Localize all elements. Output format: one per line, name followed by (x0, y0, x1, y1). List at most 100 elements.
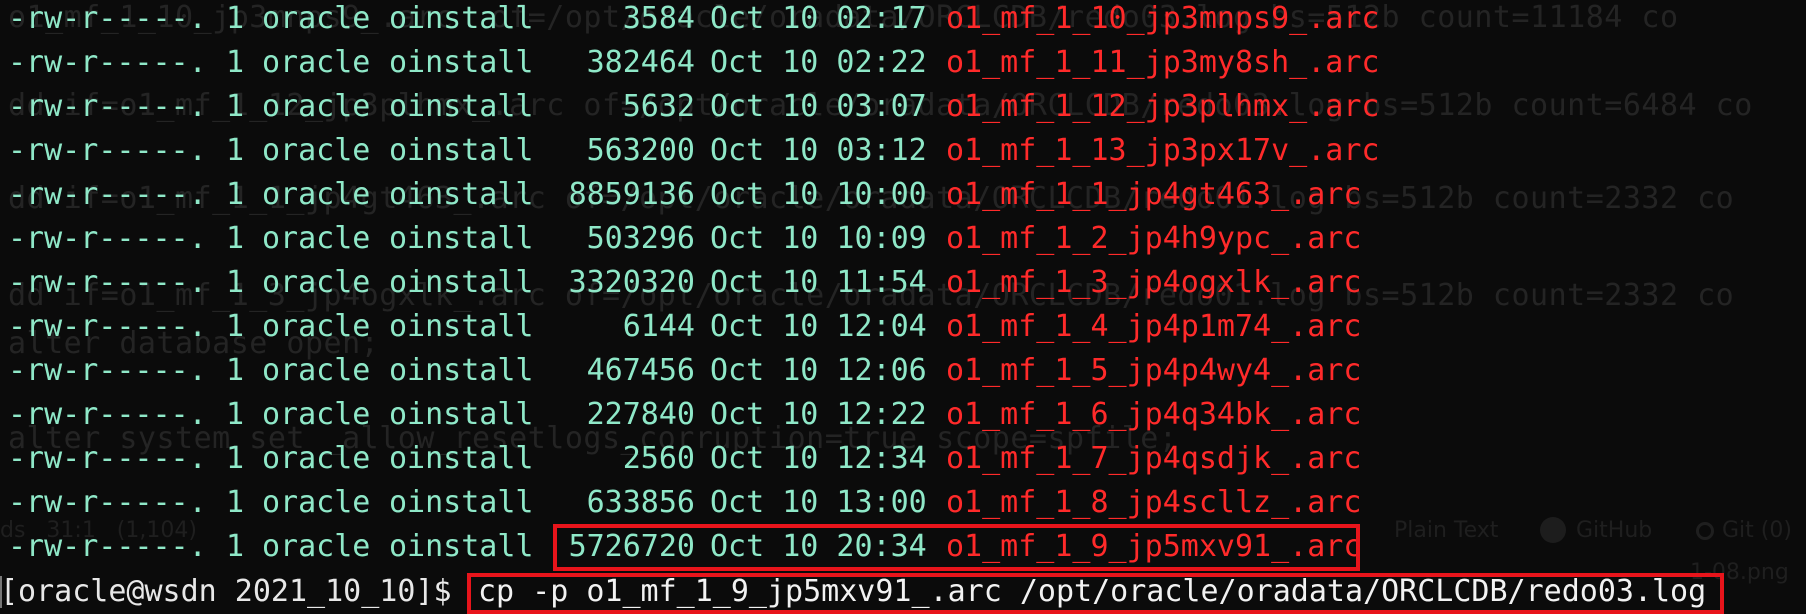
file-permissions: -rw-r-----. (8, 89, 207, 124)
file-size: 3320320 (568, 265, 695, 300)
file-permissions: -rw-r-----. (8, 309, 207, 344)
file-group: oinstall (389, 45, 534, 80)
file-group: oinstall (389, 265, 534, 300)
file-size: 5632 (622, 89, 695, 124)
file-group: oinstall (389, 221, 534, 256)
file-group: oinstall (389, 485, 534, 520)
file-owner: oracle (262, 265, 371, 300)
file-owner: oracle (262, 397, 371, 432)
listing-row: -rw-r-----. 1 oracle oinstall 227840 Oct… (0, 393, 1806, 437)
file-owner: oracle (262, 441, 371, 476)
link-count: 1 (226, 1, 245, 36)
file-permissions: -rw-r-----. (8, 133, 207, 168)
file-group: oinstall (389, 89, 534, 124)
archive-filename: o1_mf_1_4_jp4p1m74_.arc (946, 309, 1362, 344)
listing-row: -rw-r-----. 1 oracle oinstall 2560 Oct 1… (0, 437, 1806, 481)
listing-row: -rw-r-----. 1 oracle oinstall 8859136 Oc… (0, 173, 1806, 217)
file-size: 227840 (586, 397, 695, 432)
file-size: 2560 (622, 441, 695, 476)
file-owner: oracle (262, 221, 371, 256)
archive-filename: o1_mf_1_7_jp4qsdjk_.arc (946, 441, 1362, 476)
file-date: Oct 10 02:17 (710, 1, 927, 36)
link-count: 1 (226, 221, 245, 256)
listing-row: -rw-r-----. 1 oracle oinstall 467456 Oct… (0, 349, 1806, 393)
listing-row: -rw-r-----. 1 oracle oinstall 6144 Oct 1… (0, 305, 1806, 349)
command-line[interactable]: [oracle@wsdn 2021_10_10]$ cp -p o1_mf_1_… (0, 570, 1806, 614)
archive-filename: o1_mf_1_2_jp4h9ypc_.arc (946, 221, 1362, 256)
link-count: 1 (226, 309, 245, 344)
file-permissions: -rw-r-----. (8, 265, 207, 300)
file-size: 563200 (586, 133, 695, 168)
file-owner: oracle (262, 309, 371, 344)
file-group: oinstall (389, 1, 534, 36)
file-size: 8859136 (568, 177, 695, 212)
file-date: Oct 10 12:04 (710, 309, 927, 344)
archive-filename: o1_mf_1_9_jp5mxv91_.arc (946, 529, 1362, 564)
terminal-window[interactable]: o1_mf_1_10_jp3mnps9_.arc of=/opt/oracle/… (0, 0, 1806, 614)
link-count: 1 (226, 265, 245, 300)
listing-row: -rw-r-----. 1 oracle oinstall 3320320 Oc… (0, 261, 1806, 305)
file-size: 467456 (586, 353, 695, 388)
link-count: 1 (226, 529, 245, 564)
file-owner: oracle (262, 1, 371, 36)
link-count: 1 (226, 441, 245, 476)
file-owner: oracle (262, 89, 371, 124)
link-count: 1 (226, 353, 245, 388)
archive-filename: o1_mf_1_8_jp4scllz_.arc (946, 485, 1362, 520)
listing-row-highlighted: -rw-r-----. 1 oracle oinstall 5726720 Oc… (0, 525, 1806, 569)
file-size: 3584 (622, 1, 695, 36)
file-date: Oct 10 11:54 (710, 265, 927, 300)
listing-row: -rw-r-----. 1 oracle oinstall 503296 Oct… (0, 217, 1806, 261)
file-date: Oct 10 03:07 (710, 89, 927, 124)
file-group: oinstall (389, 353, 534, 388)
archive-filename: o1_mf_1_3_jp4ogxlk_.arc (946, 265, 1362, 300)
file-owner: oracle (262, 529, 371, 564)
file-owner: oracle (262, 133, 371, 168)
file-date: Oct 10 12:34 (710, 441, 927, 476)
file-permissions: -rw-r-----. (8, 529, 207, 564)
link-count: 1 (226, 485, 245, 520)
listing-row: -rw-r-----. 1 oracle oinstall 3584 Oct 1… (0, 0, 1806, 41)
file-date: Oct 10 20:34 (710, 529, 927, 564)
link-count: 1 (226, 397, 245, 432)
file-size: 6144 (622, 309, 695, 344)
file-permissions: -rw-r-----. (8, 485, 207, 520)
file-date: Oct 10 13:00 (710, 485, 927, 520)
file-date: Oct 10 03:12 (710, 133, 927, 168)
file-owner: oracle (262, 353, 371, 388)
file-owner: oracle (262, 485, 371, 520)
file-group: oinstall (389, 309, 534, 344)
file-group: oinstall (389, 133, 534, 168)
listing-row: -rw-r-----. 1 oracle oinstall 382464 Oct… (0, 41, 1806, 85)
file-permissions: -rw-r-----. (8, 177, 207, 212)
file-date: Oct 10 10:00 (710, 177, 927, 212)
archive-filename: o1_mf_1_13_jp3px17v_.arc (946, 133, 1380, 168)
listing-row: -rw-r-----. 1 oracle oinstall 633856 Oct… (0, 481, 1806, 525)
file-date: Oct 10 12:06 (710, 353, 927, 388)
file-group: oinstall (389, 397, 534, 432)
link-count: 1 (226, 177, 245, 212)
file-permissions: -rw-r-----. (8, 221, 207, 256)
link-count: 1 (226, 133, 245, 168)
listing-row: -rw-r-----. 1 oracle oinstall 563200 Oct… (0, 129, 1806, 173)
archive-filename: o1_mf_1_1_jp4gt463_.arc (946, 177, 1362, 212)
archive-filename: o1_mf_1_6_jp4q34bk_.arc (946, 397, 1362, 432)
file-size: 382464 (586, 45, 695, 80)
file-owner: oracle (262, 177, 371, 212)
file-permissions: -rw-r-----. (8, 397, 207, 432)
file-group: oinstall (389, 441, 534, 476)
archive-filename: o1_mf_1_12_jp3plhmx_.arc (946, 89, 1380, 124)
file-permissions: -rw-r-----. (8, 353, 207, 388)
file-group: oinstall (389, 529, 534, 564)
command-input[interactable]: cp -p o1_mf_1_9_jp5mxv91_.arc /opt/oracl… (478, 570, 1706, 614)
file-size: 503296 (586, 221, 695, 256)
file-size: 633856 (586, 485, 695, 520)
shell-prompt: [oracle@wsdn 2021_10_10]$ (0, 574, 452, 609)
link-count: 1 (226, 89, 245, 124)
file-permissions: -rw-r-----. (8, 45, 207, 80)
listing-row: -rw-r-----. 1 oracle oinstall 5632 Oct 1… (0, 85, 1806, 129)
file-permissions: -rw-r-----. (8, 441, 207, 476)
file-owner: oracle (262, 45, 371, 80)
archive-filename: o1_mf_1_10_jp3mnps9_.arc (946, 1, 1380, 36)
file-permissions: -rw-r-----. (8, 1, 207, 36)
